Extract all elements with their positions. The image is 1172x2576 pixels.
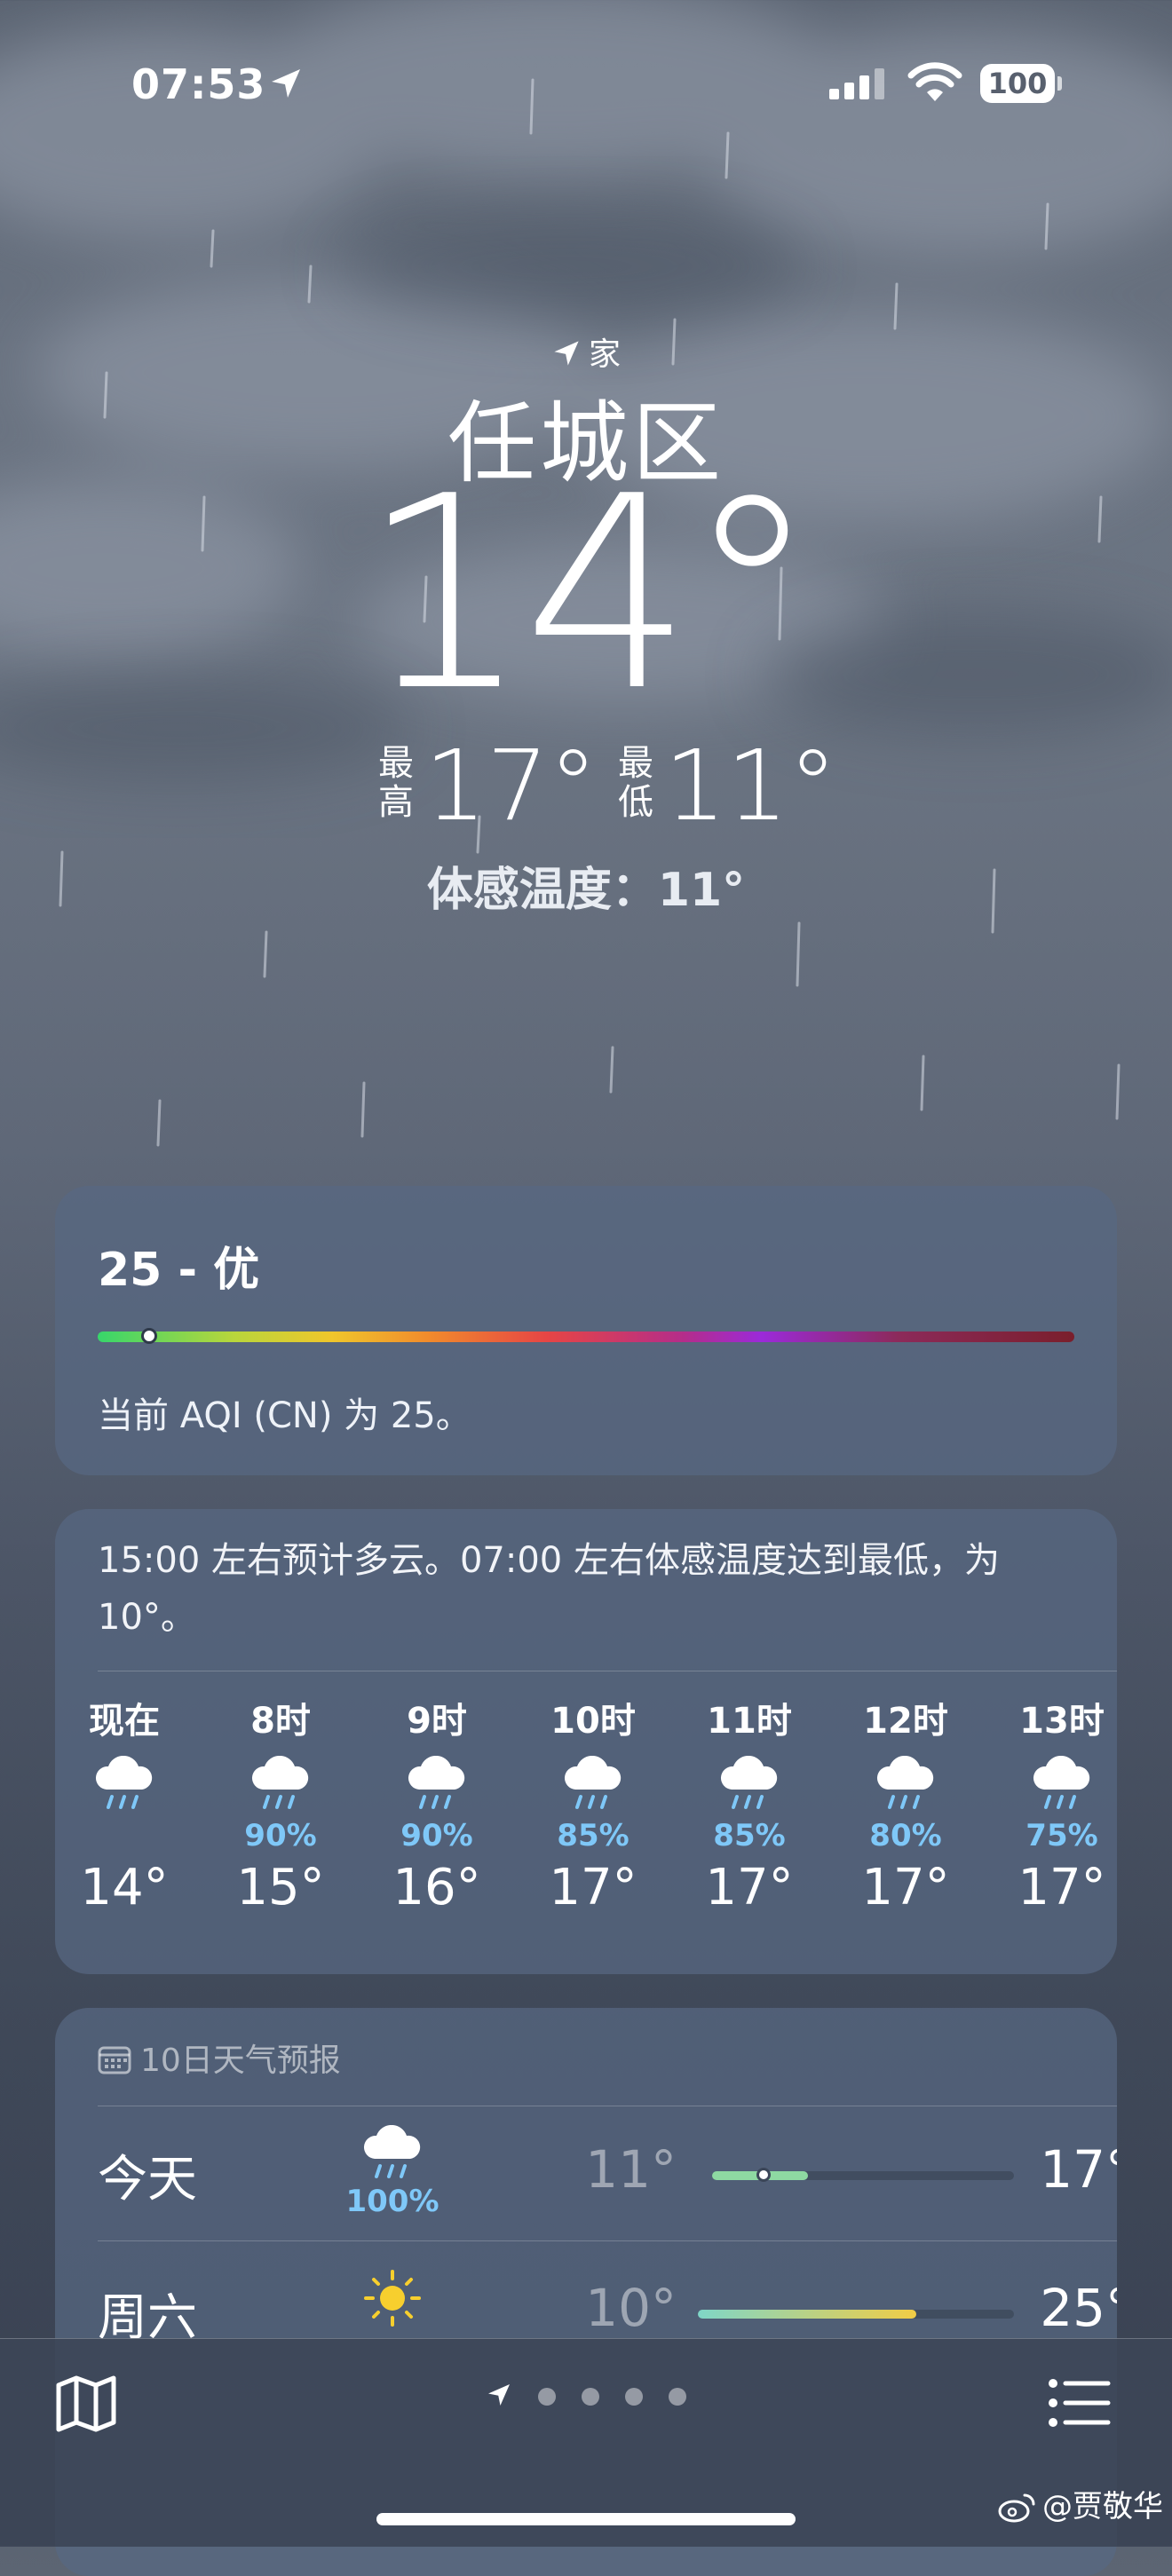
hour-temp: 16° (392, 1859, 481, 1916)
hour-column: 10时 85% 17° (531, 1699, 655, 1919)
rain-cloud-icon (375, 1755, 499, 1818)
watermark: @贾敬华 (998, 2482, 1163, 2525)
hour-label: 现在 (89, 1701, 160, 1742)
hour-temp: 17° (705, 1859, 794, 1916)
hour-precip: 75% (1026, 1818, 1098, 1853)
home-indicator[interactable] (376, 2513, 796, 2525)
hour-column: 13时 75% 17° (1000, 1699, 1117, 1919)
page-dot[interactable] (537, 2388, 556, 2406)
hour-precip: 85% (557, 1818, 630, 1853)
location-arrow-icon (554, 341, 579, 366)
aqi-scale-bar (98, 1331, 1074, 1342)
battery-icon: 100 (980, 64, 1062, 103)
rain-cloud-icon (218, 1755, 343, 1818)
current-temp-dot (756, 2168, 771, 2182)
hour-precip: 90% (244, 1818, 317, 1853)
current-location-page-icon[interactable] (486, 2382, 512, 2412)
low-temperature: 11° (664, 729, 837, 842)
hour-precip: 85% (713, 1818, 786, 1853)
hour-precip (62, 1818, 186, 1853)
hour-temp: 17° (1018, 1859, 1106, 1916)
hour-label: 8时 (250, 1701, 311, 1742)
day-weather (339, 2269, 446, 2331)
hour-precip: 90% (400, 1818, 473, 1853)
hour-column: 12时 80% 17° (843, 1699, 968, 1919)
day-high: 25° (1040, 2278, 1117, 2338)
divider (98, 2240, 1117, 2241)
hour-column: 现在 14° (62, 1699, 186, 1919)
hour-temp: 14° (80, 1859, 169, 1916)
cellular-signal-icon (829, 68, 884, 99)
status-time: 07:53 (131, 60, 266, 108)
rain-cloud-icon (363, 2124, 421, 2178)
page-dot[interactable] (669, 2388, 687, 2406)
page-dot[interactable] (582, 2388, 599, 2406)
rain-cloud-icon (62, 1755, 186, 1818)
aqi-indicator (141, 1328, 157, 1344)
high-low-temperatures: 最高 17° 最低 11° (0, 728, 1172, 843)
rain-cloud-icon (687, 1755, 812, 1818)
hour-temp: 15° (236, 1859, 325, 1916)
watermark-text: @贾敬华 (1042, 2489, 1163, 2525)
hour-label: 11时 (707, 1701, 792, 1742)
current-temperature: 14° (360, 439, 819, 749)
hour-column: 11时 85% 17° (687, 1699, 812, 1919)
list-icon[interactable] (1048, 2378, 1112, 2428)
high-label: 最高 (378, 743, 414, 823)
day-range-bar (712, 2168, 1014, 2182)
hour-precip: 80% (869, 1818, 942, 1853)
page-indicator[interactable] (0, 2382, 1172, 2412)
ten-day-header-label: 10日天气预报 (140, 2043, 341, 2079)
location-tag-label: 家 (588, 336, 621, 373)
rain-cloud-icon (1000, 1755, 1117, 1818)
hour-column: 9时 90% 16° (375, 1699, 499, 1919)
hour-label: 12时 (863, 1701, 948, 1742)
battery-tip (1057, 76, 1062, 91)
air-quality-card[interactable]: 25 - 优 当前 AQI (CN) 为 25。 (55, 1186, 1117, 1475)
day-range-fill (698, 2310, 916, 2319)
bottom-toolbar (0, 2338, 1172, 2547)
day-low: 10° (585, 2278, 677, 2338)
hour-column: 8时 90% 15° (218, 1699, 343, 1919)
day-precip: 100% (345, 2184, 440, 2219)
day-low: 11° (585, 2139, 677, 2200)
calendar-icon (98, 2046, 131, 2074)
hourly-forecast-card[interactable]: 15:00 左右预计多云。07:00 左右体感温度达到最低，为 10°。 现在 1… (55, 1509, 1117, 1974)
hour-label: 9时 (407, 1701, 467, 1742)
aqi-title: 25 - 优 (98, 1244, 260, 1297)
forecast-summary: 15:00 左右预计多云。07:00 左右体感温度达到最低，为 10°。 (98, 1540, 1000, 1638)
hour-temp: 17° (549, 1859, 637, 1916)
day-range-bar (698, 2310, 1014, 2319)
day-row-today[interactable]: 今天 100% 11° 17° (55, 2107, 1117, 2240)
page-dot[interactable] (625, 2388, 644, 2406)
aqi-description: 当前 AQI (CN) 为 25。 (98, 1395, 471, 1436)
rain-cloud-icon (531, 1755, 655, 1818)
feels-like: 体感温度：11° (426, 864, 746, 917)
sun-icon (364, 2270, 421, 2327)
day-weather: 100% (339, 2124, 446, 2219)
ten-day-header: 10日天气预报 (98, 2035, 341, 2081)
battery-level: 100 (987, 67, 1048, 100)
day-high: 17° (1040, 2139, 1117, 2200)
location-arrow-icon (272, 69, 300, 98)
hour-label: 10时 (550, 1701, 636, 1742)
day-name: 今天 (98, 2151, 197, 2209)
hour-label: 13时 (1019, 1701, 1105, 1742)
hour-temp: 17° (861, 1859, 950, 1916)
location-tag: 家 (0, 328, 1172, 375)
weibo-logo-icon (998, 2493, 1035, 2523)
high-temperature: 17° (424, 729, 598, 842)
wifi-icon (907, 62, 962, 101)
rain-cloud-icon (843, 1755, 968, 1818)
status-bar: 07:53 100 (0, 57, 1172, 110)
low-label: 最低 (618, 743, 653, 823)
